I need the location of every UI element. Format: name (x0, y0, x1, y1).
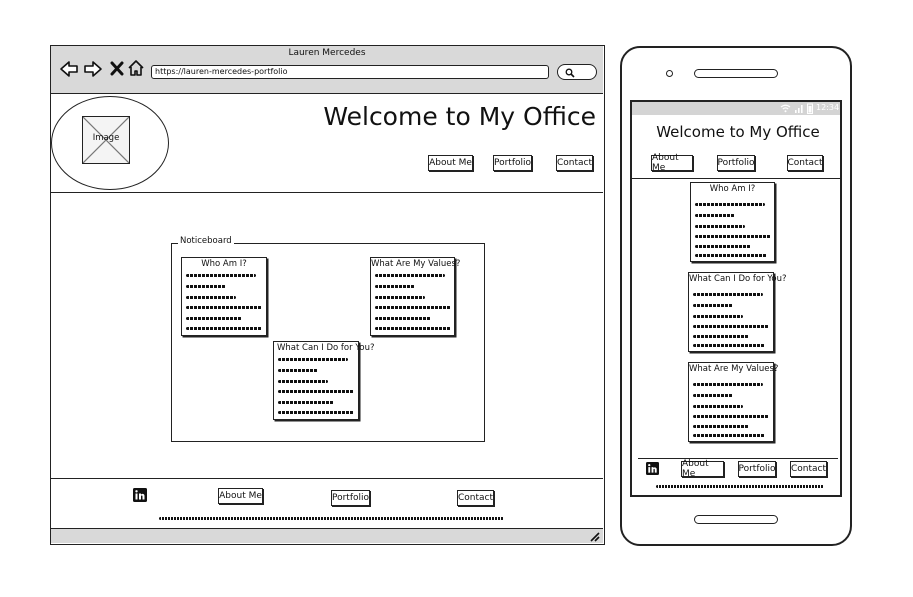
noticeboard-label: Noticeboard (178, 236, 234, 246)
footer-divider (51, 478, 603, 479)
arrow-left-icon[interactable] (59, 60, 79, 78)
card-title: What Can I Do for You? (689, 274, 787, 284)
phone-speaker (694, 69, 778, 78)
card-title: Who Am I? (709, 184, 756, 194)
arrow-right-icon[interactable] (83, 60, 103, 78)
profile-image: Image (82, 116, 130, 164)
mobile-status-bar: 12:34 (632, 102, 840, 115)
status-time: 12:34 (816, 103, 840, 112)
browser-titlebar: Lauren Mercedes https://lauren-mercedes-… (51, 46, 603, 94)
card-title: What Are My Values? (689, 364, 779, 374)
signal-icon (795, 105, 803, 113)
image-label: Image (92, 133, 120, 143)
resize-handle-icon[interactable] (589, 531, 600, 542)
mobile-page-title: Welcome to My Office (656, 123, 820, 141)
mobile-header-divider (632, 178, 840, 179)
linkedin-icon[interactable] (133, 488, 147, 502)
footer-portfolio-button[interactable]: Portfolio (331, 490, 370, 506)
mobile-nav-about-button[interactable]: About Me (651, 153, 693, 173)
nav-portfolio-button[interactable]: Portfolio (493, 155, 532, 171)
phone-home-button[interactable] (694, 515, 778, 524)
wifi-icon (780, 104, 791, 113)
browser-title: Lauren Mercedes (288, 48, 366, 58)
phone-frame: 12:34 Welcome to My Office About Me Port… (620, 46, 852, 546)
mobile-card-my-values[interactable]: What Are My Values? (688, 362, 779, 442)
footer-contact-button[interactable]: Contact (457, 490, 494, 506)
footer-about-button[interactable]: About Me (218, 488, 263, 504)
home-icon[interactable] (127, 59, 145, 77)
close-icon[interactable] (110, 61, 124, 76)
address-bar[interactable]: https://lauren-mercedes-portfolio (151, 65, 549, 79)
mobile-footer-contact-button[interactable]: Contact (790, 461, 827, 477)
browser-search[interactable] (557, 64, 597, 80)
browser-window: Lauren Mercedes https://lauren-mercedes-… (50, 45, 605, 545)
card-my-values[interactable]: What Are My Values? (370, 257, 461, 336)
linkedin-icon[interactable] (646, 462, 659, 475)
card-who-am-i[interactable]: Who Am I? (181, 257, 267, 336)
card-what-can-i-do[interactable]: What Can I Do for You? (273, 341, 375, 420)
card-title: What Can I Do for You? (277, 343, 375, 353)
nav-contact-button[interactable]: Contact (556, 155, 593, 171)
mobile-footer-divider (638, 458, 838, 459)
page-title: Welcome to My Office (323, 102, 596, 131)
mobile-nav-contact-button[interactable]: Contact (787, 155, 823, 171)
header-divider (51, 192, 603, 193)
mobile-card-what-can-i-do[interactable]: What Can I Do for You? (688, 272, 787, 352)
mobile-card-who-am-i[interactable]: Who Am I? (690, 182, 775, 262)
card-title: What Are My Values? (371, 259, 461, 269)
mobile-footer-portfolio-button[interactable]: Portfolio (738, 461, 776, 477)
address-bar-url: https://lauren-mercedes-portfolio (155, 67, 288, 76)
phone-camera (666, 70, 673, 77)
mobile-footer-text (656, 485, 824, 488)
footer-text (159, 517, 504, 520)
mobile-footer-about-button[interactable]: About Me (681, 459, 724, 479)
browser-statusbar (51, 528, 603, 543)
mobile-nav-portfolio-button[interactable]: Portfolio (717, 155, 755, 171)
phone-screen: 12:34 Welcome to My Office About Me Port… (630, 100, 842, 497)
card-title: Who Am I? (201, 259, 247, 269)
battery-icon (807, 103, 813, 114)
search-icon (565, 68, 575, 78)
nav-about-button[interactable]: About Me (428, 155, 473, 171)
